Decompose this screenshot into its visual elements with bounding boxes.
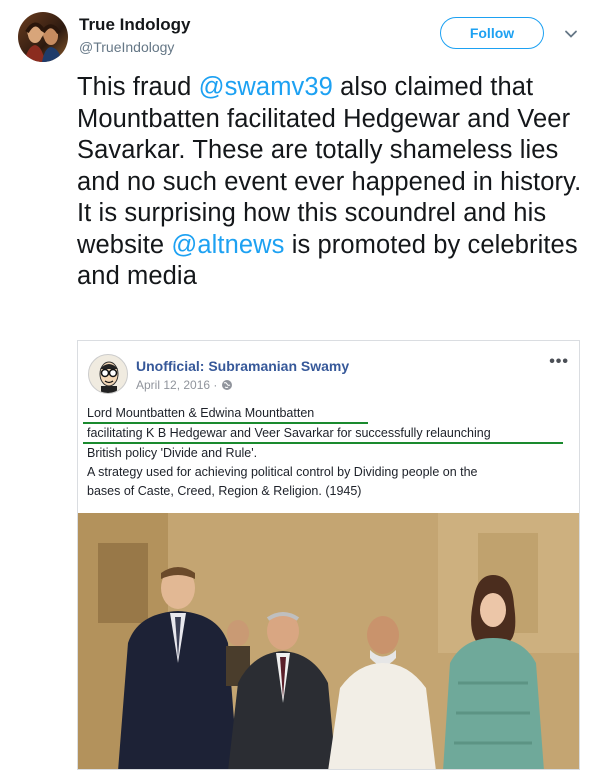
author-handle[interactable]: @TrueIndology [79,39,174,55]
group-photo-illustration [78,513,579,769]
author-avatar[interactable] [18,12,68,62]
green-underline [83,442,563,444]
caricature-face-icon [99,361,119,393]
mention-link-swamv39[interactable]: @swamv39 [199,73,333,101]
post-date-text: April 12, 2016 · [136,378,218,392]
tweet-text-part: This fraud [77,73,199,101]
page-avatar [88,354,128,394]
mention-link-altnews[interactable]: @altnews [171,231,284,259]
page-name-link[interactable]: Unofficial: Subramanian Swamy [136,358,349,374]
post-line: A strategy used for achieving political … [87,465,478,479]
green-underline [83,422,368,424]
post-date: April 12, 2016 · [136,378,233,392]
chevron-down-icon[interactable] [563,26,579,42]
ellipsis-icon[interactable]: ••• [549,353,569,371]
avatar-portrait-icon [24,22,62,62]
embedded-image-card[interactable]: Unofficial: Subramanian Swamy April 12, … [77,340,580,770]
group-photo [78,513,579,769]
author-name[interactable]: True Indology [79,15,190,35]
post-line: Lord Mountbatten & Edwina Mountbatten [87,406,315,420]
post-line: facilitating K B Hedgewar and Veer Savar… [87,426,491,440]
globe-icon [222,380,233,390]
post-line: bases of Caste, Creed, Region & Religion… [87,484,362,498]
post-line: British policy 'Divide and Rule'. [87,446,258,460]
tweet-text: This fraud @swamv39 also claimed that Mo… [77,72,587,293]
follow-button[interactable]: Follow [440,17,544,49]
